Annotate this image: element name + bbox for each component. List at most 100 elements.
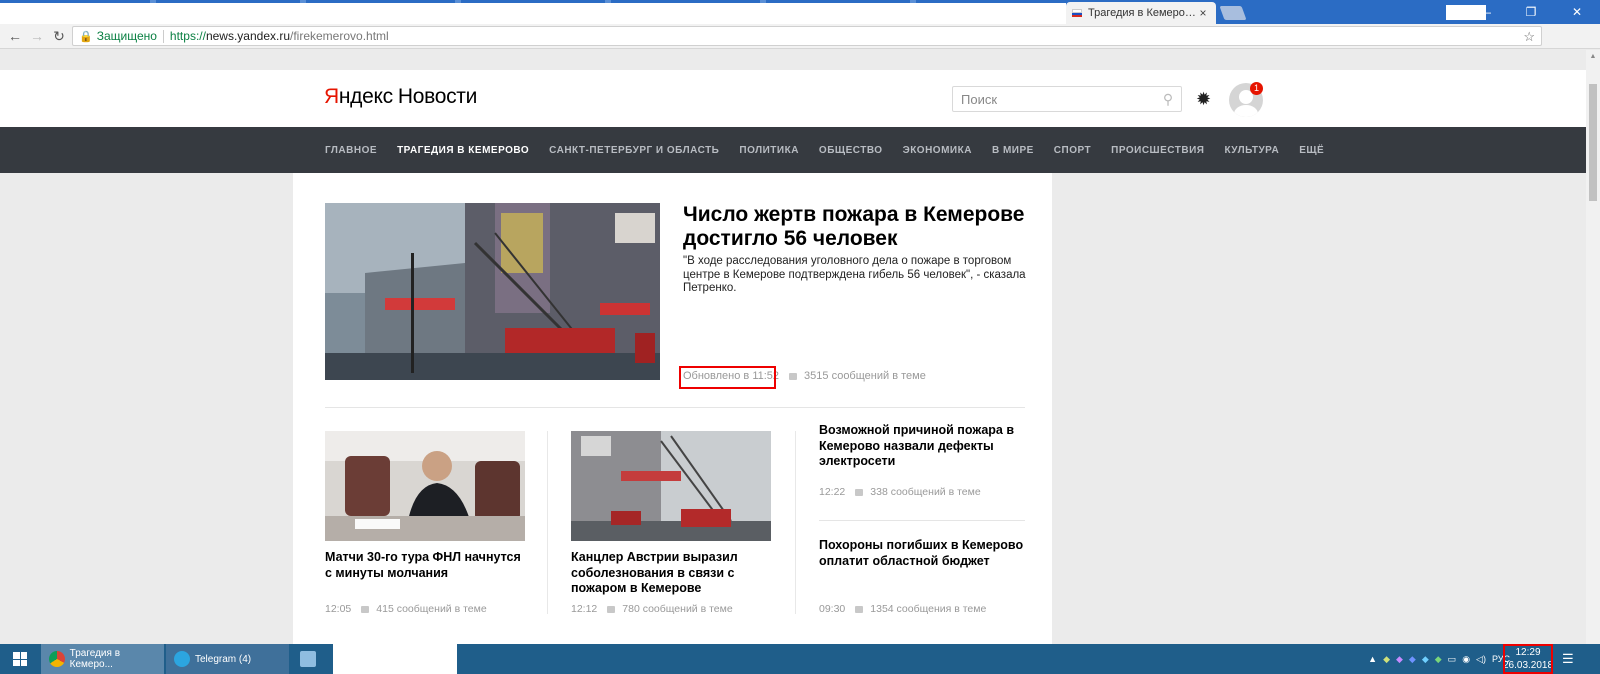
taskbar-chrome[interactable]: Трагедия в Кемеро... bbox=[41, 644, 164, 674]
rubric-society[interactable]: ОБЩЕСТВО bbox=[819, 145, 883, 156]
card-messages-link[interactable]: 415 сообщений в теме bbox=[376, 603, 486, 615]
tray-app-icon[interactable]: ◆ bbox=[1409, 654, 1416, 665]
tray-app-icon[interactable]: ◆ bbox=[1396, 654, 1403, 665]
comment-icon bbox=[361, 605, 370, 613]
card-title[interactable]: Возможной причиной пожара в Кемерово наз… bbox=[819, 423, 1024, 470]
start-button[interactable] bbox=[0, 644, 40, 674]
lock-icon: 🔒 bbox=[79, 30, 93, 43]
secure-label: Защищено bbox=[96, 29, 157, 43]
taskbar-blank-area bbox=[333, 644, 457, 674]
highlight-box-updated bbox=[679, 366, 776, 389]
logo-news: Новости bbox=[397, 85, 478, 108]
tray-app-icon[interactable]: ◆ bbox=[1383, 654, 1390, 665]
url-host: news.yandex.ru bbox=[205, 29, 290, 43]
card-messages-link[interactable]: 338 сообщений в теме bbox=[870, 486, 980, 498]
lead-messages-link[interactable]: 3515 сообщений в теме bbox=[804, 370, 926, 382]
rubric-main[interactable]: ГЛАВНОЕ bbox=[325, 145, 377, 156]
yandex-news-logo[interactable]: Яндекс Новости bbox=[324, 85, 477, 109]
scroll-thumb[interactable] bbox=[1589, 84, 1597, 201]
tab-active[interactable]: Трагедия в Кемерово — × bbox=[1066, 2, 1216, 24]
column-separator bbox=[547, 431, 548, 614]
omnibox-separator bbox=[162, 29, 164, 43]
tabstrip-background bbox=[0, 0, 1066, 24]
card-meta: 12:05 415 сообщений в теме bbox=[325, 603, 487, 615]
search-icon[interactable]: ⚲ bbox=[1155, 91, 1181, 108]
highlight-box-clock bbox=[1503, 644, 1553, 674]
reload-icon[interactable]: ↻ bbox=[48, 25, 70, 47]
card-time: 12:12 bbox=[571, 603, 598, 615]
volume-icon[interactable]: ◁) bbox=[1476, 654, 1486, 665]
lead-snippet: "В ходе расследования уголовного дела о … bbox=[683, 255, 1026, 294]
scroll-up-icon[interactable]: ▲ bbox=[1586, 50, 1600, 64]
tray-app-icon[interactable]: ◆ bbox=[1435, 654, 1442, 665]
taskbar-telegram[interactable]: Telegram (4) bbox=[166, 644, 289, 674]
card-meta: 09:30 1354 сообщения в теме bbox=[819, 603, 986, 615]
logo-letter: Я bbox=[324, 85, 339, 108]
url-field[interactable]: 🔒 Защищено https://news.yandex.ru/fireke… bbox=[72, 26, 1542, 46]
card-time: 12:05 bbox=[325, 603, 352, 615]
card-title[interactable]: Канцлер Австрии выразил соболезнования в… bbox=[571, 550, 776, 597]
notification-center-icon[interactable]: ☰ bbox=[1562, 651, 1574, 667]
rubric-more[interactable]: ЕЩЁ bbox=[1299, 145, 1324, 156]
column-separator bbox=[795, 431, 796, 614]
tray-app-icon[interactable]: ◆ bbox=[1422, 654, 1429, 665]
comment-icon bbox=[607, 605, 616, 613]
network-icon[interactable]: ▭ bbox=[1448, 654, 1457, 665]
logo-yandex: ндекс bbox=[338, 85, 393, 108]
rubric-kemerovo[interactable]: ТРАГЕДИЯ В КЕМЕРОВО bbox=[397, 145, 529, 156]
card-title[interactable]: Матчи 30-го тура ФНЛ начнутся с минуты м… bbox=[325, 550, 530, 581]
card-photo-official[interactable] bbox=[325, 431, 525, 541]
chrome-icon bbox=[49, 651, 65, 667]
restore-icon[interactable]: ❐ bbox=[1508, 0, 1554, 24]
browser-tabstrip: Трагедия в Кемерово — × — ❐ ✕ bbox=[0, 0, 1600, 24]
comment-icon bbox=[855, 488, 864, 496]
news-content: Число жертв пожара в Кемерове достигло 5… bbox=[293, 173, 1052, 644]
back-icon[interactable]: ← bbox=[4, 25, 26, 47]
lead-title[interactable]: Число жертв пожара в Кемерове достигло 5… bbox=[683, 203, 1028, 251]
rubric-spb[interactable]: САНКТ-ПЕТЕРБУРГ И ОБЛАСТЬ bbox=[549, 145, 719, 156]
tab-title: Трагедия в Кемерово — bbox=[1088, 7, 1196, 19]
card-time: 12:22 bbox=[819, 486, 846, 498]
forward-icon[interactable]: → bbox=[26, 25, 48, 47]
search-box: ⚲ bbox=[952, 86, 1182, 112]
rubric-incidents[interactable]: ПРОИСШЕСТВИЯ bbox=[1111, 145, 1204, 156]
rubric-politics[interactable]: ПОЛИТИКА bbox=[739, 145, 799, 156]
bookmark-star-icon[interactable]: ☆ bbox=[1523, 29, 1535, 45]
card-title[interactable]: Похороны погибших в Кемерово оплатит обл… bbox=[819, 538, 1024, 569]
minimize-icon[interactable]: — bbox=[1462, 0, 1508, 24]
tray-expand-icon[interactable]: ▲ bbox=[1368, 654, 1377, 664]
taskbar-desktop[interactable] bbox=[292, 644, 332, 674]
rubrics-nav: ГЛАВНОЕ ТРАГЕДИЯ В КЕМЕРОВО САНКТ-ПЕТЕРБ… bbox=[0, 127, 1586, 173]
lead-photo-mall-fire[interactable] bbox=[325, 203, 660, 380]
system-tray: ▲ ◆ ◆ ◆ ◆ ◆ ▭ ◉ ◁) РУС bbox=[1368, 644, 1510, 674]
card-meta: 12:22 338 сообщений в теме bbox=[819, 486, 981, 498]
notification-badge: 1 bbox=[1250, 82, 1263, 95]
search-input[interactable] bbox=[953, 88, 1155, 110]
rubric-economy[interactable]: ЭКОНОМИКА bbox=[903, 145, 972, 156]
close-window-icon[interactable]: ✕ bbox=[1554, 0, 1600, 24]
site-header: ЯндексНовости ⚲ ✹ 1 bbox=[0, 70, 1586, 127]
taskbar-chrome-label: Трагедия в Кемеро... bbox=[69, 648, 121, 670]
story-divider bbox=[819, 520, 1025, 521]
taskbar-telegram-label: Telegram (4) bbox=[195, 653, 252, 665]
gear-icon[interactable]: ✹ bbox=[1196, 89, 1211, 110]
card-time: 09:30 bbox=[819, 603, 846, 615]
url-protocol: https:// bbox=[169, 29, 206, 43]
lead-divider bbox=[325, 407, 1025, 408]
page-scrollbar[interactable]: ▲ bbox=[1586, 50, 1600, 644]
card-messages-link[interactable]: 780 сообщений в теме bbox=[622, 603, 732, 615]
rubric-world[interactable]: В МИРЕ bbox=[992, 145, 1034, 156]
card-photo-mall[interactable] bbox=[571, 431, 771, 541]
rubric-culture[interactable]: КУЛЬТУРА bbox=[1224, 145, 1279, 156]
telegram-tray-icon[interactable]: ◉ bbox=[1462, 654, 1470, 665]
windows-taskbar: Трагедия в Кемеро... Telegram (4) ▲ ◆ ◆ … bbox=[0, 644, 1600, 674]
tab-close-icon[interactable]: × bbox=[1196, 6, 1210, 20]
telegram-icon bbox=[174, 651, 190, 667]
rubric-sport[interactable]: СПОРТ bbox=[1054, 145, 1091, 156]
card-messages-link[interactable]: 1354 сообщения в теме bbox=[870, 603, 986, 615]
comment-icon bbox=[789, 372, 798, 380]
card-meta: 12:12 780 сообщений в теме bbox=[571, 603, 733, 615]
windows-logo-icon bbox=[13, 652, 27, 666]
window-controls: — ❐ ✕ bbox=[1462, 0, 1600, 24]
new-tab-button[interactable] bbox=[1219, 6, 1247, 20]
